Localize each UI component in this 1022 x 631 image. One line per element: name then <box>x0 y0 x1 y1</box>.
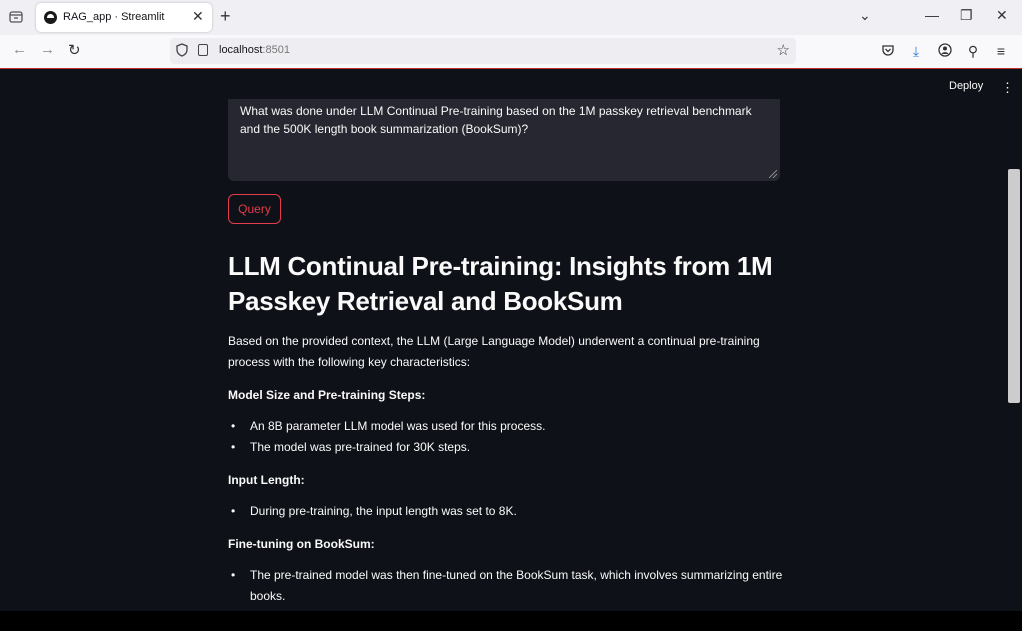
tracking-protection-shield-icon[interactable] <box>176 43 188 57</box>
pocket-icon[interactable] <box>880 43 896 59</box>
account-icon[interactable] <box>937 43 953 59</box>
downloads-icon[interactable]: ⤓ <box>908 43 924 59</box>
forward-icon[interactable]: → <box>40 41 55 58</box>
back-icon[interactable]: ← <box>12 41 27 58</box>
reload-icon[interactable]: ↻ <box>68 41 81 59</box>
bottom-black-strip <box>0 611 1022 631</box>
scrollbar-thumb[interactable] <box>1008 169 1020 403</box>
bookmark-star-icon[interactable]: ☆ <box>777 41 790 59</box>
streamlit-app: Deploy ⋮ What was done under LLM Continu… <box>0 69 1022 611</box>
answer-container: LLM Continual Pre-training: Insights fro… <box>228 249 788 607</box>
extensions-icon[interactable]: ⚲ <box>965 43 981 59</box>
section-title-fine-tuning: Fine-tuning on BookSum: <box>228 537 375 551</box>
bullet-list-model-size: An 8B parameter LLM model was used for t… <box>228 416 788 458</box>
app-menu-icon[interactable]: ≡ <box>993 43 1009 59</box>
browser-tab-strip: RAG_app · Streamlit ✕ + ⌄ — ❐ ✕ <box>0 0 1022 35</box>
deploy-button[interactable]: Deploy <box>949 80 983 92</box>
browser-navigation-bar: ← → ↻ localhost:8501 ☆ ⤓ ⚲ ≡ <box>0 35 1022 69</box>
section-title-model-size: Model Size and Pre-training Steps: <box>228 388 426 402</box>
browser-tab-active[interactable]: RAG_app · Streamlit ✕ <box>36 3 212 32</box>
restore-window-icon[interactable]: ❐ <box>960 7 973 24</box>
tab-title: RAG_app · Streamlit <box>63 11 165 23</box>
resize-grip-icon[interactable] <box>769 170 777 178</box>
page-info-icon[interactable] <box>198 44 208 56</box>
answer-heading: LLM Continual Pre-training: Insights fro… <box>228 251 773 316</box>
main-menu-kebab-icon[interactable]: ⋮ <box>1001 80 1014 96</box>
new-tab-icon[interactable]: + <box>220 6 231 27</box>
list-item: An 8B parameter LLM model was used for t… <box>231 416 788 437</box>
url-text: localhost:8501 <box>219 44 290 56</box>
close-window-icon[interactable]: ✕ <box>996 7 1008 24</box>
bullet-list-fine-tuning: The pre-trained model was then fine-tune… <box>228 565 788 607</box>
question-text: What was done under LLM Continual Pre-tr… <box>240 104 752 136</box>
list-item: The model was pre-trained for 30K steps. <box>231 437 788 458</box>
minimize-window-icon[interactable]: — <box>925 7 939 23</box>
close-tab-icon[interactable]: ✕ <box>192 8 204 25</box>
section-title-input-length: Input Length: <box>228 473 305 487</box>
list-all-tabs-icon[interactable]: ⌄ <box>859 7 871 24</box>
list-item: The pre-trained model was then fine-tune… <box>231 565 788 607</box>
address-bar[interactable]: localhost:8501 ☆ <box>170 38 796 64</box>
streamlit-favicon-icon <box>44 11 57 24</box>
answer-intro: Based on the provided context, the LLM (… <box>228 334 760 369</box>
query-button[interactable]: Query <box>228 194 281 224</box>
tab-list-icon[interactable] <box>8 9 24 25</box>
list-item: During pre-training, the input length wa… <box>231 501 788 522</box>
question-textarea[interactable]: What was done under LLM Continual Pre-tr… <box>228 99 780 181</box>
bullet-list-input-length: During pre-training, the input length wa… <box>228 501 788 522</box>
